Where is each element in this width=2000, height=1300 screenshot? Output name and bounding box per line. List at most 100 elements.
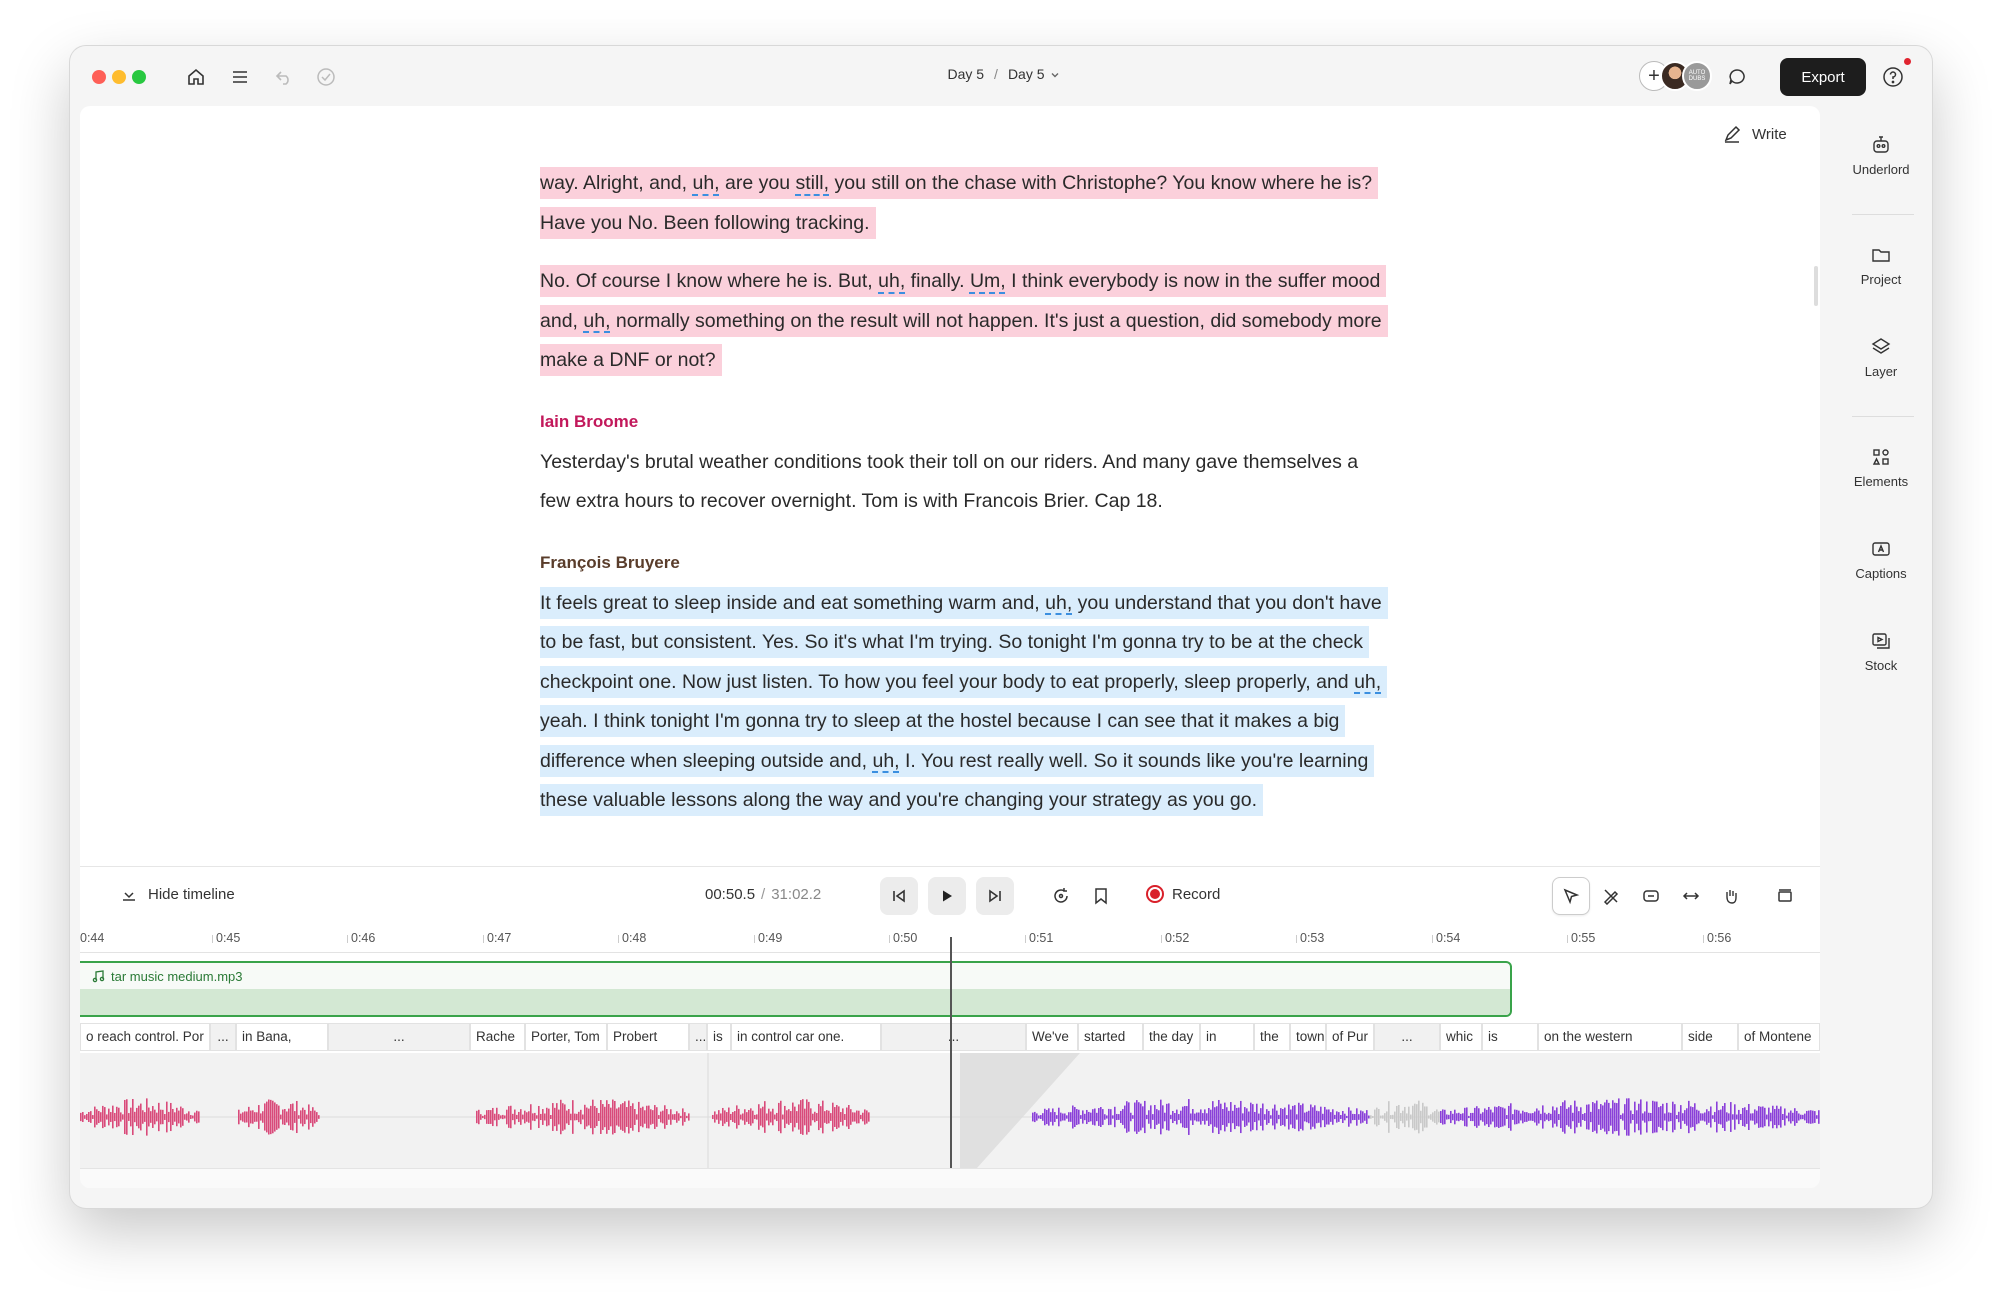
word-chip[interactable]: Rache: [470, 1023, 525, 1051]
word-gap-chip[interactable]: ...: [328, 1023, 470, 1051]
avatar-auto-dubs[interactable]: AUTO DUBS: [1682, 61, 1712, 91]
waveform-bar: [1644, 1111, 1646, 1123]
word-chip[interactable]: town: [1290, 1023, 1326, 1051]
script-editor[interactable]: Write way. Alright, and, uh, are you sti…: [80, 106, 1820, 866]
sidebar-item-underlord[interactable]: Underlord: [1830, 134, 1932, 177]
word-chip[interactable]: We've: [1026, 1023, 1078, 1051]
timecode: 00:50.5 / 31:02.2: [705, 886, 821, 903]
transcript-paragraph[interactable]: No. Of course I know where he is. But, u…: [540, 262, 1390, 381]
waveform-bar: [1706, 1109, 1708, 1125]
sidebar-item-layer[interactable]: Layer: [1830, 336, 1932, 379]
word-chip[interactable]: side: [1682, 1023, 1738, 1051]
record-button[interactable]: Record: [1146, 885, 1220, 903]
filler-word[interactable]: uh,: [1045, 592, 1072, 614]
word-chip[interactable]: in control car one.: [731, 1023, 881, 1051]
waveform-bar: [1272, 1108, 1274, 1126]
transcript-paragraph[interactable]: It feels great to sleep inside and eat s…: [540, 584, 1390, 821]
waveform-bar: [1810, 1110, 1812, 1124]
timeline-scrollbar[interactable]: [80, 1168, 1820, 1188]
word-chip[interactable]: started: [1078, 1023, 1143, 1051]
word-chip[interactable]: in: [1200, 1023, 1254, 1051]
waveform-bar: [502, 1114, 504, 1120]
word-chip[interactable]: of Pur: [1326, 1023, 1374, 1051]
word-chip[interactable]: Porter, Tom: [525, 1023, 607, 1051]
timeline-controls: Hide timeline 00:50.5/31:02.2 Record: [80, 867, 1820, 923]
waveform-bar: [524, 1110, 526, 1124]
breadcrumb-project[interactable]: Day 5: [947, 66, 984, 82]
waveform-bar: [1374, 1109, 1376, 1125]
ruler-tick: 0:55: [1566, 931, 1596, 945]
filler-word[interactable]: uh,: [872, 750, 899, 772]
waveform-bar: [90, 1111, 92, 1123]
timeline-panel[interactable]: Hide timeline 00:50.5/31:02.2 Record 0:4…: [80, 866, 1820, 1188]
waveform-bar: [1070, 1112, 1072, 1122]
waveform-bar: [724, 1110, 726, 1124]
select-tool-button[interactable]: [1552, 877, 1590, 915]
transcript-paragraph[interactable]: Yesterday's brutal weather conditions to…: [540, 443, 1390, 522]
speaker-label-francois[interactable]: François Bruyere: [540, 552, 1390, 574]
waveform-bar: [108, 1108, 110, 1126]
write-button[interactable]: Write: [1722, 124, 1787, 144]
export-button[interactable]: Export: [1780, 58, 1866, 96]
comment-icon[interactable]: [1723, 63, 1751, 91]
waveform-bar: [1470, 1112, 1472, 1122]
sidebar-item-captions[interactable]: Captions: [1830, 538, 1932, 581]
play-button[interactable]: [928, 877, 966, 915]
word-chip[interactable]: whic: [1440, 1023, 1482, 1051]
word-chip[interactable]: the: [1254, 1023, 1290, 1051]
skip-forward-button[interactable]: [976, 877, 1014, 915]
waveform-bar: [1208, 1107, 1210, 1127]
word-chip[interactable]: of Montene: [1738, 1023, 1820, 1051]
waveform-bar: [1428, 1115, 1430, 1119]
waveform-bar: [1672, 1101, 1674, 1133]
track-view-button[interactable]: [1766, 877, 1804, 915]
waveform-bar: [1050, 1112, 1052, 1122]
stretch-tool-button[interactable]: [1672, 877, 1710, 915]
word-chip[interactable]: is: [1482, 1023, 1538, 1051]
loop-button[interactable]: [1046, 881, 1076, 911]
filler-word[interactable]: Um,: [970, 270, 1006, 292]
waveform-bar: [1648, 1112, 1650, 1122]
word-gap-chip[interactable]: ...: [689, 1023, 707, 1051]
waveform-bar: [816, 1113, 818, 1121]
word-gap-chip[interactable]: ...: [210, 1023, 236, 1051]
filler-word[interactable]: still,: [795, 172, 829, 194]
music-track-clip[interactable]: tar music medium.mp3: [80, 961, 1512, 1017]
word-chip[interactable]: in Bana,: [236, 1023, 328, 1051]
waveform-bar: [300, 1110, 302, 1124]
filler-word[interactable]: uh,: [692, 172, 719, 194]
speaker-label-iain[interactable]: Iain Broome: [540, 411, 1390, 433]
hand-tool-button[interactable]: [1712, 877, 1750, 915]
word-chip[interactable]: Probert: [607, 1023, 689, 1051]
filler-word[interactable]: uh,: [583, 310, 610, 332]
sidebar-item-project[interactable]: Project: [1830, 244, 1932, 287]
transcript-text: way. Alright, and,: [540, 172, 693, 194]
word-chip[interactable]: the day: [1143, 1023, 1200, 1051]
ripple-tool-button[interactable]: [1632, 877, 1670, 915]
hide-timeline-button[interactable]: Hide timeline: [120, 885, 235, 903]
breadcrumb-composition[interactable]: Day 5: [1008, 66, 1045, 82]
help-icon[interactable]: [1879, 63, 1907, 91]
sidebar-item-elements[interactable]: Elements: [1830, 446, 1932, 489]
bookmark-button[interactable]: [1086, 881, 1116, 911]
filler-word[interactable]: uh,: [1354, 671, 1381, 693]
word-chip[interactable]: o reach control. Por: [80, 1023, 210, 1051]
transcript[interactable]: way. Alright, and, uh, are you still, yo…: [540, 164, 1390, 840]
waveform-bar: [824, 1111, 826, 1123]
word-chip[interactable]: on the western: [1538, 1023, 1682, 1051]
word-chip[interactable]: is: [707, 1023, 731, 1051]
word-gap-chip[interactable]: ...: [881, 1023, 1026, 1051]
waveform-bar: [744, 1109, 746, 1125]
waveform-bar: [482, 1115, 484, 1119]
blade-tool-button[interactable]: [1592, 877, 1630, 915]
transcript-text: normally something on the result will no…: [540, 309, 1382, 372]
playhead[interactable]: [950, 937, 952, 1188]
filler-word[interactable]: uh,: [878, 270, 905, 292]
editor-scrollbar[interactable]: [1814, 266, 1818, 306]
waveform-bar: [1464, 1107, 1466, 1127]
chevron-down-icon[interactable]: [1050, 70, 1060, 80]
sidebar-item-stock[interactable]: Stock: [1830, 630, 1932, 673]
skip-back-button[interactable]: [880, 877, 918, 915]
word-gap-chip[interactable]: ...: [1374, 1023, 1440, 1051]
transcript-paragraph[interactable]: way. Alright, and, uh, are you still, yo…: [540, 164, 1390, 243]
